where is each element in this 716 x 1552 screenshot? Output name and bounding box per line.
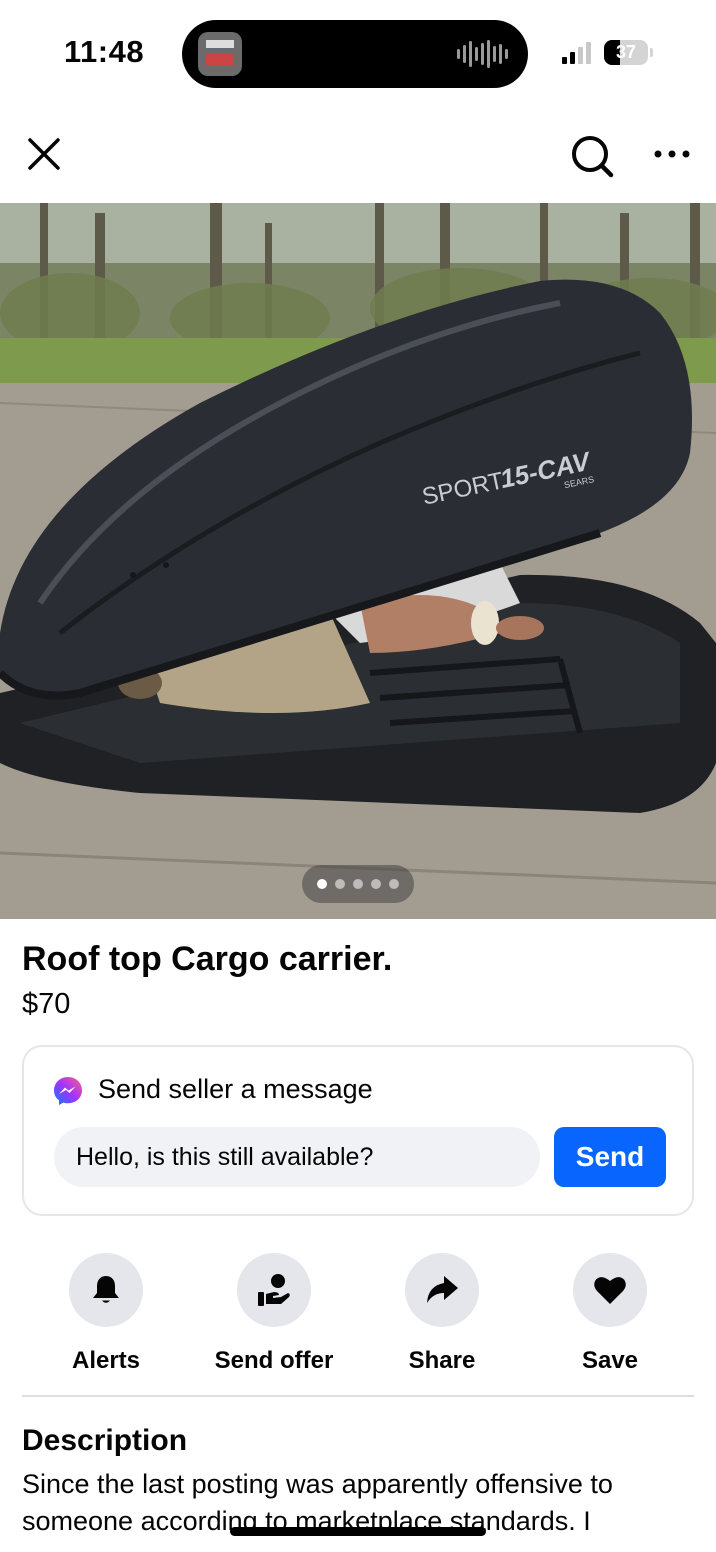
listing-price: $70 — [22, 988, 71, 1020]
messenger-icon — [52, 1075, 84, 1107]
dynamic-island — [182, 20, 528, 88]
save-circle[interactable] — [573, 1253, 647, 1327]
pagination-dot — [353, 879, 363, 889]
alerts-button[interactable]: Alerts — [26, 1253, 186, 1375]
send-offer-label: Send offer — [214, 1347, 334, 1374]
audio-waveform-icon — [457, 40, 508, 68]
more-horizontal-icon[interactable] — [652, 142, 692, 166]
top-nav — [0, 120, 716, 192]
share-button[interactable]: Share — [362, 1253, 522, 1375]
offer-hand-icon — [258, 1274, 290, 1306]
pagination-dot — [335, 879, 345, 889]
battery-nub — [650, 48, 653, 57]
now-playing-app-icon — [198, 32, 242, 76]
save-button[interactable]: Save — [530, 1253, 690, 1375]
status-time: 11:48 — [64, 34, 145, 69]
search-icon[interactable] — [568, 132, 616, 180]
send-offer-circle[interactable] — [237, 1253, 311, 1327]
bell-icon — [93, 1276, 119, 1303]
home-indicator[interactable] — [230, 1527, 486, 1536]
pagination-dot — [371, 879, 381, 889]
message-seller-card: Send seller a message Send — [22, 1045, 694, 1216]
description-title: Description — [22, 1424, 188, 1457]
status-bar: 11:48 37 — [0, 0, 716, 100]
close-icon[interactable] — [24, 134, 64, 174]
section-divider — [22, 1395, 694, 1397]
photo-pagination — [302, 865, 414, 903]
action-row: Alerts Send offer Share Save — [0, 1253, 716, 1375]
pagination-dot — [317, 879, 327, 889]
message-heading: Send seller a message — [98, 1074, 373, 1104]
send-button[interactable]: Send — [554, 1127, 666, 1187]
pagination-dot — [389, 879, 399, 889]
heart-icon — [594, 1277, 626, 1304]
share-arrow-icon — [427, 1276, 458, 1303]
listing-photo[interactable]: SPORT 15-CAV SEARS — [0, 203, 716, 919]
send-offer-button[interactable]: Send offer — [194, 1253, 354, 1375]
listing-title: Roof top Cargo carrier. — [22, 940, 393, 978]
cellular-signal-icon — [562, 42, 591, 64]
alerts-circle[interactable] — [69, 1253, 143, 1327]
message-input[interactable] — [54, 1127, 540, 1187]
share-label: Share — [408, 1347, 476, 1374]
battery-level: 37 — [615, 42, 637, 62]
share-circle[interactable] — [405, 1253, 479, 1327]
battery-icon: 37 — [604, 40, 648, 65]
save-label: Save — [581, 1347, 639, 1374]
alerts-label: Alerts — [71, 1347, 141, 1374]
